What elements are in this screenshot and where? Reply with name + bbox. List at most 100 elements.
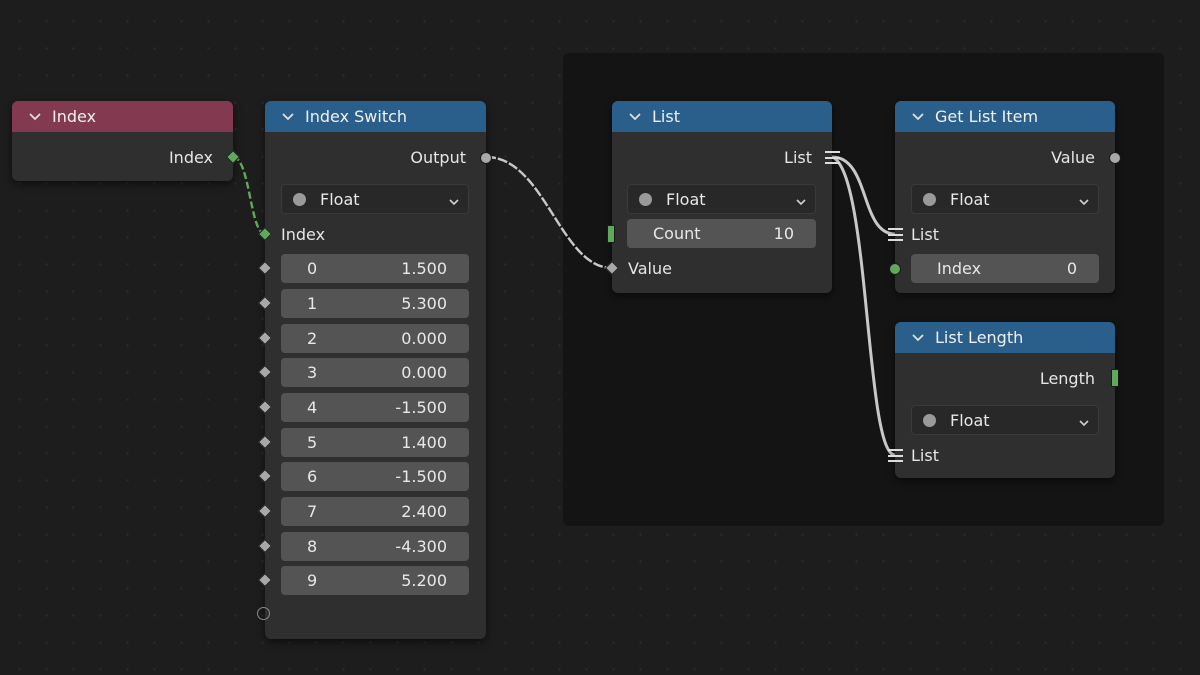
diamond-socket-icon <box>257 468 273 484</box>
item-value: -1.500 <box>395 398 447 417</box>
index-label: Index <box>937 259 982 278</box>
index-field[interactable]: Index 0 <box>911 254 1099 283</box>
item-socket-8[interactable] <box>257 538 273 554</box>
list-input-label: List <box>911 224 939 244</box>
type-label: Float <box>950 189 990 209</box>
value-socket[interactable] <box>604 260 620 276</box>
item-field-4[interactable]: 4 -1.500 <box>281 393 469 422</box>
count-socket[interactable] <box>607 225 615 243</box>
item-field-9[interactable]: 9 5.200 <box>281 566 469 595</box>
list-output-socket[interactable] <box>825 151 840 164</box>
switch-index-socket[interactable] <box>257 226 273 242</box>
item-field-8[interactable]: 8 -4.300 <box>281 532 469 561</box>
chevron-down-icon[interactable] <box>28 110 42 124</box>
output-label: Index <box>168 147 213 167</box>
item-socket-1[interactable] <box>257 295 273 311</box>
item-socket-0[interactable] <box>257 260 273 276</box>
type-dropdown[interactable]: Float <box>281 184 469 214</box>
chevron-down-icon[interactable] <box>628 110 642 124</box>
extend-socket[interactable] <box>257 607 270 620</box>
type-dropdown[interactable]: Float <box>911 184 1099 214</box>
item-key: 2 <box>307 329 318 348</box>
item-field-0[interactable]: 0 1.500 <box>281 254 469 283</box>
chevron-down-icon[interactable] <box>911 331 925 345</box>
diamond-socket-icon <box>257 399 273 415</box>
node-title: Index <box>52 107 97 126</box>
node-title: List Length <box>935 328 1024 347</box>
dropdown-arrow-icon <box>1078 193 1090 212</box>
item-key: 9 <box>307 571 318 590</box>
item-value: 1.400 <box>401 433 447 452</box>
item-socket-5[interactable] <box>257 434 273 450</box>
diamond-socket-icon <box>257 572 273 588</box>
item-value: 5.200 <box>401 571 447 590</box>
link-index-to-switch-index <box>232 155 266 236</box>
dropdown-arrow-icon <box>448 193 460 212</box>
type-dropdown[interactable]: Float <box>627 184 816 214</box>
item-socket-3[interactable] <box>257 364 273 380</box>
index-switch-node-header[interactable]: Index Switch <box>265 101 486 132</box>
length-list-row: List <box>895 438 1115 472</box>
diamond-socket-icon <box>257 295 273 311</box>
item-field-3[interactable]: 3 0.000 <box>281 358 469 387</box>
value-row: Value <box>612 251 832 285</box>
count-field[interactable]: Count 10 <box>627 219 816 248</box>
get-list-item-node-header[interactable]: Get List Item <box>895 101 1115 132</box>
circle-socket-icon <box>889 263 901 275</box>
index-socket[interactable] <box>889 263 901 275</box>
list-length-node-header[interactable]: List Length <box>895 322 1115 353</box>
get-list-item-node[interactable]: Get List Item Value Float List Index 0 <box>888 101 1121 293</box>
item-value: 0.000 <box>401 329 447 348</box>
list-node[interactable]: List List Float Count 10 Value <box>604 101 840 293</box>
index-output-socket[interactable] <box>225 149 241 165</box>
get-item-output-socket[interactable] <box>1109 152 1121 164</box>
item-value: 2.400 <box>401 502 447 521</box>
list-output-row: List <box>612 140 832 174</box>
index-node-header[interactable]: Index <box>12 101 233 132</box>
float-type-icon <box>639 192 652 206</box>
circle-socket-icon <box>480 152 492 164</box>
get-item-output-row: Value <box>895 140 1115 174</box>
circle-socket-icon <box>257 607 270 620</box>
diamond-socket-icon <box>257 434 273 450</box>
length-list-socket[interactable] <box>888 449 903 462</box>
chevron-down-icon[interactable] <box>281 110 295 124</box>
item-socket-7[interactable] <box>257 503 273 519</box>
type-dropdown[interactable]: Float <box>911 405 1099 435</box>
index-switch-node[interactable]: Index Switch Output Float Index 0 1.500 1… <box>257 101 492 639</box>
link-switch-output-to-list-value <box>485 155 613 270</box>
dropdown-arrow-icon <box>1078 414 1090 433</box>
item-socket-2[interactable] <box>257 330 273 346</box>
count-label: Count <box>653 224 701 243</box>
item-field-1[interactable]: 1 5.300 <box>281 289 469 318</box>
type-label: Float <box>320 189 360 209</box>
item-key: 3 <box>307 363 318 382</box>
type-label: Float <box>950 410 990 430</box>
item-socket-6[interactable] <box>257 468 273 484</box>
item-key: 0 <box>307 259 318 278</box>
switch-output-socket[interactable] <box>480 152 492 164</box>
index-value: 0 <box>1066 259 1077 278</box>
diamond-socket-icon <box>604 260 620 276</box>
output-label: List <box>784 147 812 167</box>
item-key: 7 <box>307 502 318 521</box>
item-socket-4[interactable] <box>257 399 273 415</box>
get-item-list-socket[interactable] <box>888 228 903 241</box>
item-field-2[interactable]: 2 0.000 <box>281 324 469 353</box>
node-title: Get List Item <box>935 107 1039 126</box>
item-key: 5 <box>307 433 318 452</box>
item-key: 8 <box>307 537 318 556</box>
list-socket-icon <box>825 151 840 164</box>
chevron-down-icon[interactable] <box>911 110 925 124</box>
list-length-node[interactable]: List Length Length Float List <box>888 322 1119 478</box>
item-field-5[interactable]: 5 1.400 <box>281 428 469 457</box>
index-node[interactable]: Index Index <box>12 101 241 181</box>
item-socket-9[interactable] <box>257 572 273 588</box>
length-output-socket[interactable] <box>1111 369 1119 387</box>
diamond-socket-icon <box>257 538 273 554</box>
field-socket-icon <box>607 225 615 243</box>
item-key: 1 <box>307 294 318 313</box>
item-field-6[interactable]: 6 -1.500 <box>281 462 469 491</box>
list-node-header[interactable]: List <box>612 101 832 132</box>
item-field-7[interactable]: 7 2.400 <box>281 497 469 526</box>
